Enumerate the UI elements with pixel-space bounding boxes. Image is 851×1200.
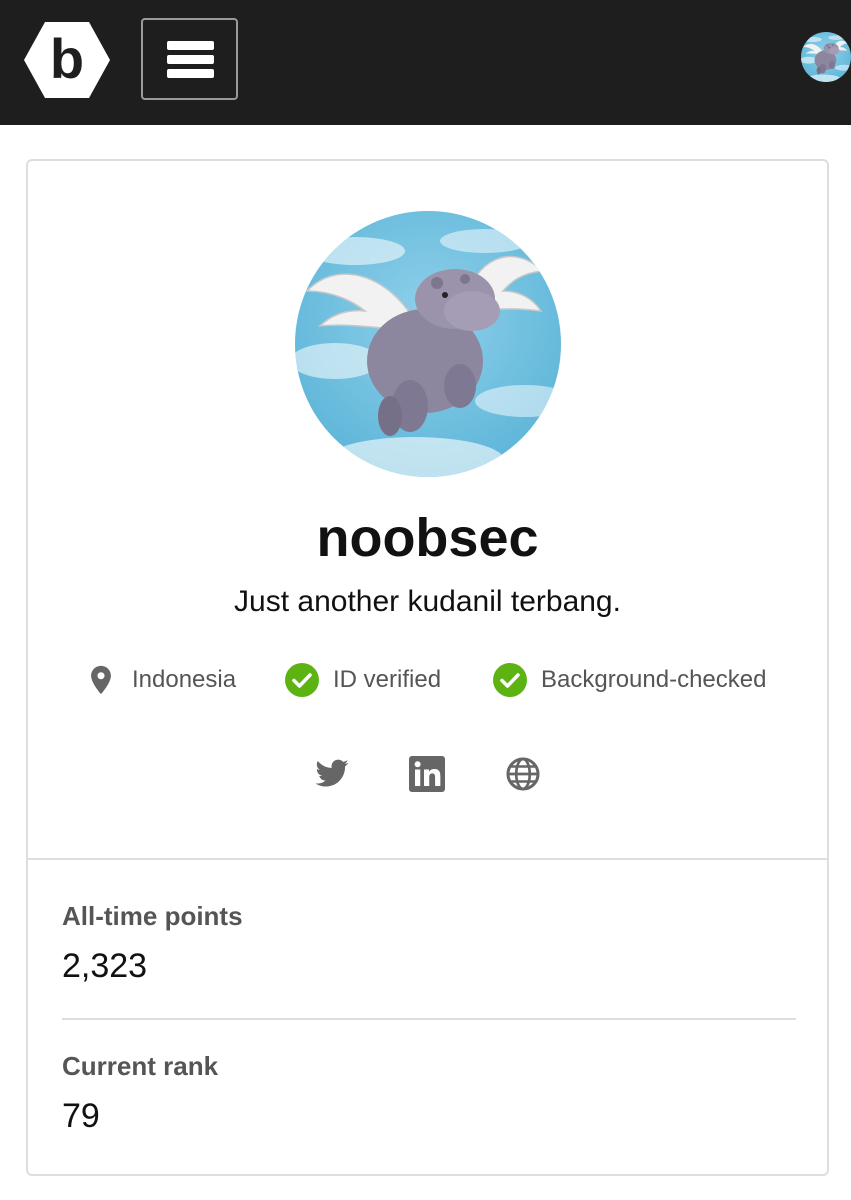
- current-rank-label: Current rank: [62, 1051, 219, 1081]
- hamburger-menu-button[interactable]: [141, 18, 238, 100]
- user-avatar-button[interactable]: [801, 32, 851, 82]
- location-label: Indonesia: [132, 666, 237, 693]
- stat-divider: [62, 1018, 796, 1020]
- check-circle-icon: [493, 663, 527, 697]
- check-circle-icon: [285, 663, 319, 697]
- profile-username: noobsec: [316, 508, 539, 568]
- background-checked-badge: Background-checked: [493, 661, 766, 699]
- profile-bio: Just another kudanil terbang.: [234, 585, 621, 618]
- background-checked-label: Background-checked: [541, 666, 767, 693]
- all-time-points-value: 2,323: [62, 947, 148, 985]
- section-divider: [28, 858, 827, 860]
- location-pin-icon: [91, 665, 111, 695]
- linkedin-icon[interactable]: [409, 756, 445, 792]
- globe-icon[interactable]: [505, 756, 541, 792]
- bugcrowd-logo-icon[interactable]: b: [24, 22, 110, 98]
- menu-bar-line: [167, 41, 214, 50]
- menu-bar-line: [167, 69, 214, 78]
- menu-bar-line: [167, 55, 214, 64]
- all-time-points-label: All-time points: [62, 901, 243, 931]
- svg-text:b: b: [50, 27, 84, 90]
- profile-card: noobsec Just another kudanil terbang. In…: [26, 159, 829, 1176]
- id-verified-label: ID verified: [333, 666, 442, 693]
- twitter-icon[interactable]: [314, 756, 350, 792]
- current-rank-value: 79: [62, 1097, 100, 1135]
- location-badge: Indonesia: [84, 661, 236, 699]
- top-navigation-bar: b: [0, 0, 851, 125]
- profile-avatar: [295, 211, 561, 477]
- id-verified-badge: ID verified: [285, 661, 441, 699]
